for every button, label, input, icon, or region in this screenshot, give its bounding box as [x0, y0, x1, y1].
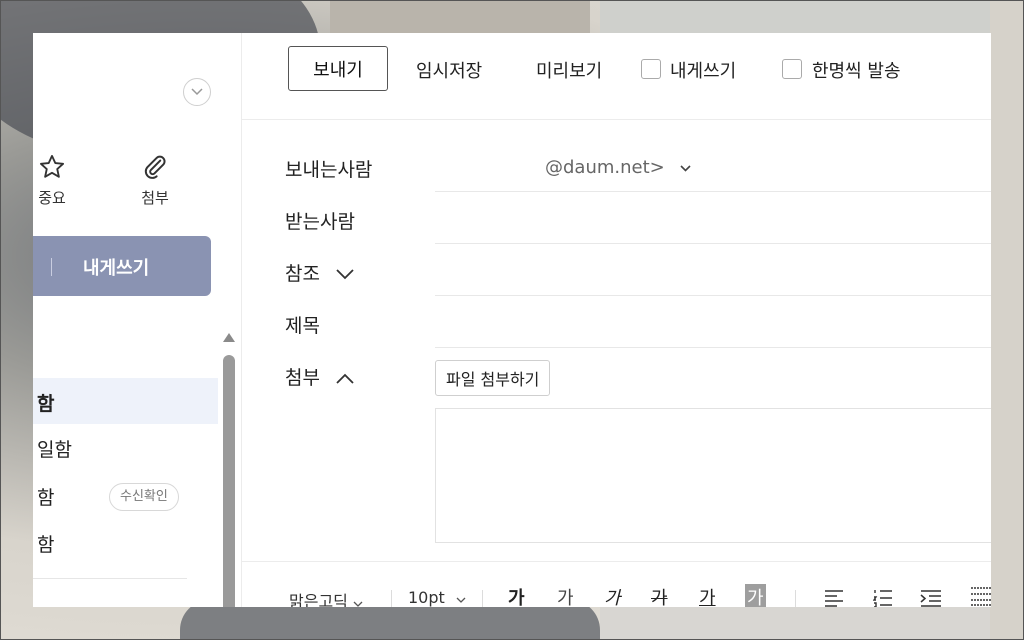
chevron-down-icon	[353, 601, 363, 607]
indent-icon[interactable]	[920, 589, 942, 607]
highlight-button[interactable]: 가	[745, 584, 766, 607]
folder-item-2[interactable]: 일함	[37, 435, 72, 462]
cc-input[interactable]	[435, 295, 991, 296]
sidebar-divider	[33, 578, 187, 579]
save-draft-button[interactable]: 임시저장	[416, 57, 482, 83]
quick-important-label: 중요	[38, 189, 66, 207]
folder-item-sent[interactable]: 함	[37, 483, 54, 510]
font-size-value: 10pt	[408, 588, 445, 607]
mail-compose-window: 중요 첨부 내게쓰기 함 일함 함 수신확인 함 보내기 임시저장 미리보기 내…	[33, 33, 991, 607]
toolbar-divider	[391, 590, 392, 607]
toolbar-divider	[795, 590, 796, 607]
compose-to-me-button[interactable]: 내게쓰기	[33, 236, 211, 296]
preview-button[interactable]: 미리보기	[536, 57, 602, 83]
quick-attachment[interactable]: 첨부	[141, 153, 169, 208]
chevron-up-icon	[336, 373, 354, 384]
chevron-down-icon	[336, 269, 354, 280]
collapse-button[interactable]	[183, 78, 211, 106]
individual-send-checkbox[interactable]	[782, 59, 802, 79]
star-icon	[39, 154, 65, 178]
subject-input[interactable]	[435, 347, 991, 348]
from-select[interactable]: @daum.net>	[545, 157, 692, 178]
to-me-label[interactable]: 내게쓰기	[670, 57, 736, 83]
numbered-list-icon[interactable]	[873, 589, 893, 607]
send-button[interactable]: 보내기	[288, 46, 388, 91]
folder-item-inbox[interactable]: 함	[37, 389, 54, 416]
compose-toolbar: 보내기 임시저장 미리보기 내게쓰기 한명씩 발송	[242, 33, 991, 120]
cc-toggle[interactable]: 참조	[285, 259, 354, 286]
underline-button[interactable]: 가	[699, 584, 716, 607]
compose-to-me-label: 내게쓰기	[83, 258, 150, 279]
to-label: 받는사람	[285, 211, 355, 233]
subject-label: 제목	[285, 315, 320, 337]
chevron-down-icon	[191, 88, 203, 96]
scrollbar-thumb[interactable]	[223, 355, 235, 607]
from-value: @daum.net>	[545, 157, 665, 178]
to-me-checkbox[interactable]	[641, 59, 661, 79]
scroll-up-arrow-icon[interactable]	[223, 333, 235, 342]
attachment-drop-area[interactable]	[435, 408, 991, 543]
font-family-select[interactable]: 맑은고딕	[289, 588, 363, 607]
font-family-value: 맑은고딕	[289, 592, 348, 607]
toolbar-divider	[482, 590, 483, 607]
from-field-line	[435, 191, 991, 192]
folder-selected-bg	[33, 378, 218, 424]
line-spacing-icon[interactable]	[970, 586, 991, 606]
sidebar: 중요 첨부 내게쓰기 함 일함 함 수신확인 함	[33, 33, 242, 607]
font-size-select[interactable]: 10pt	[408, 588, 466, 607]
paperclip-icon	[144, 155, 166, 179]
strikethrough-button[interactable]: 가	[651, 584, 668, 607]
italic-button[interactable]: 가	[604, 584, 621, 607]
background-shape	[600, 0, 1000, 36]
attach-label: 첨부	[285, 367, 320, 389]
align-left-icon[interactable]	[824, 589, 844, 607]
quick-attachment-label: 첨부	[141, 189, 169, 207]
attach-toggle[interactable]: 첨부	[285, 363, 354, 390]
from-label: 보내는사람	[285, 159, 373, 181]
background-shape	[600, 606, 1020, 640]
thin-button[interactable]: 가	[557, 584, 574, 607]
to-input[interactable]	[435, 243, 991, 244]
chevron-down-icon	[680, 164, 692, 172]
folder-item-4[interactable]: 함	[37, 530, 54, 557]
individual-send-label[interactable]: 한명씩 발송	[812, 57, 901, 83]
read-receipt-badge[interactable]: 수신확인	[109, 483, 179, 511]
background-shape	[990, 0, 1024, 640]
bold-button[interactable]: 가	[508, 584, 525, 607]
attach-file-button[interactable]: 파일 첨부하기	[435, 360, 551, 396]
cc-label: 참조	[285, 263, 320, 285]
chevron-down-icon	[456, 597, 466, 603]
quick-important[interactable]: 중요	[38, 153, 66, 208]
editor-toolbar: 맑은고딕 10pt 가 가 가 가 가 가	[242, 561, 991, 607]
compose-divider	[51, 258, 52, 276]
